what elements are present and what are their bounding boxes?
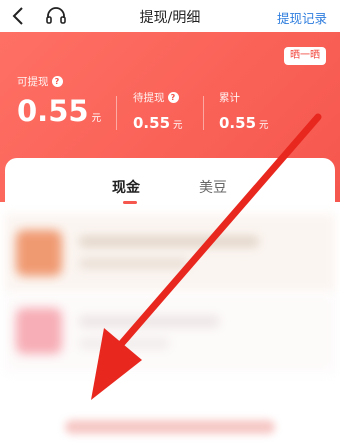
withdraw-records-link[interactable]: 提现记录	[277, 8, 327, 27]
blurred-text	[79, 258, 189, 269]
divider	[203, 96, 204, 130]
available-amount: 0.55	[17, 94, 89, 128]
pending-label: 待提现	[133, 92, 165, 104]
help-icon[interactable]: ?	[167, 92, 179, 103]
total-unit: 元	[259, 120, 269, 131]
navigation-bar: 提现/明细 提现记录	[0, 0, 340, 32]
help-icon[interactable]: ?	[51, 76, 63, 87]
list-item[interactable]	[5, 294, 335, 372]
pending-balance: 待提现 ? 0.55 元	[133, 90, 183, 132]
item-thumbnail	[16, 230, 62, 276]
divider	[116, 96, 117, 130]
tab-beans[interactable]: 美豆	[199, 177, 227, 197]
pending-amount: 0.55	[133, 114, 171, 132]
total-amount: 0.55	[219, 114, 257, 132]
blurred-text	[79, 338, 169, 349]
total-label: 累计	[219, 92, 240, 104]
pending-unit: 元	[173, 120, 183, 131]
active-tab-indicator	[123, 201, 137, 204]
blurred-text	[79, 236, 259, 247]
available-balance: 可提现 ? 0.55 元	[17, 74, 101, 128]
share-button[interactable]: 晒一晒	[284, 47, 326, 65]
detail-card: 现金 美豆	[5, 158, 335, 448]
item-thumbnail	[16, 308, 62, 354]
available-label: 可提现	[17, 76, 49, 88]
available-unit: 元	[91, 113, 102, 124]
blurred-text	[79, 316, 219, 327]
list-item[interactable]	[5, 214, 335, 292]
tab-cash[interactable]: 现金	[112, 177, 140, 197]
total-balance: 累计 0.55 元	[219, 90, 269, 132]
